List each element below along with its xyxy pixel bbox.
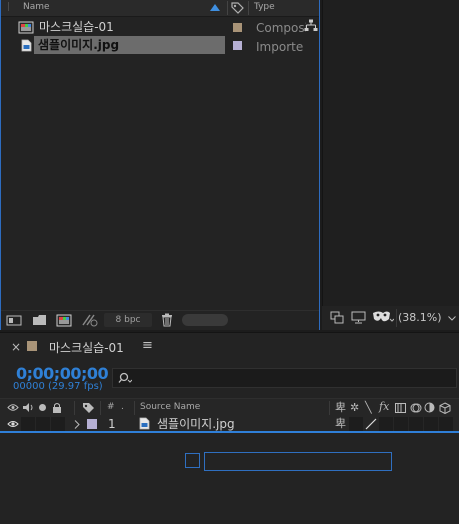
interpret-footage-icon[interactable] [6,315,22,326]
motion-blur-icon[interactable] [410,402,422,414]
timeline-search-input[interactable] [112,368,457,388]
collapse-toggle-cell[interactable] [349,417,363,431]
close-tab-icon[interactable]: × [11,340,21,354]
column-divider: | [7,2,11,12]
column-sort-marker: . [121,402,124,412]
divider [74,401,75,415]
monitor-icon[interactable] [351,311,366,324]
layer-source-name: 샘플이미지.jpg [157,417,235,431]
flowchart-icon[interactable] [304,19,318,32]
video-eye-icon[interactable] [7,403,19,412]
type-column-header[interactable]: Type [254,0,275,15]
zoom-level-dropdown[interactable]: (38.1%) [398,311,442,324]
timeline-tab-title[interactable]: 마스크실습-01 [49,339,124,356]
divider [396,309,397,327]
layer-toggle-box[interactable] [185,453,200,468]
divider [329,401,330,415]
project-settings-icon[interactable] [81,313,99,327]
timeline-layer-row[interactable]: 1 샘플이미지.jpg 卑 [0,416,459,432]
new-folder-icon[interactable] [32,314,47,326]
bit-depth-button[interactable]: 8 bpc [104,313,152,327]
effects-toggle-cell[interactable] [379,417,393,431]
panel-menu-icon[interactable]: ≡ [142,338,153,353]
project-item-type: Composi [256,21,306,35]
image-file-icon [139,417,150,430]
viewer-footer: (38.1%) [322,306,459,330]
project-item-type: Importe [256,40,304,54]
project-item-footage[interactable]: 샘플이미지.jpg Importe [1,36,319,54]
search-icon [118,372,132,383]
mask-visibility-icon[interactable] [372,310,394,325]
column-divider [227,1,228,15]
panel-divider[interactable] [322,0,323,330]
composition-viewer [322,0,459,330]
image-file-icon [21,39,32,52]
horizontal-scrollbar[interactable] [182,314,228,326]
shy-switch-icon[interactable]: 卑 [335,417,346,431]
frame-rate-display: 00000 (29.97 fps) [13,381,103,392]
column-divider [248,1,249,15]
chevron-down-icon[interactable] [448,316,456,321]
source-name-column[interactable]: Source Name [140,399,200,416]
solo-icon[interactable] [39,404,46,411]
project-panel-footer: 8 bpc [1,310,319,330]
layer-number-column[interactable]: # [107,399,115,416]
project-item-name: 샘플이미지.jpg [38,38,120,52]
3d-toggle-cell[interactable] [439,417,453,431]
3d-layer-icon[interactable] [439,402,451,414]
lock-icon[interactable] [52,402,62,413]
label-tag-icon[interactable] [82,402,95,414]
divider [100,401,101,415]
label-color-swatch[interactable] [233,41,242,50]
layer-number: 1 [108,417,116,431]
audio-toggle-cell[interactable] [21,417,35,431]
name-column-header[interactable]: Name [23,0,50,15]
frame-blend-toggle-cell[interactable] [394,417,408,431]
shy-switch-icon[interactable]: 卑 [335,401,346,415]
collapse-switch-icon[interactable]: ✲ [350,401,359,415]
layer-selection-line [0,431,459,433]
layer-label-color[interactable] [87,419,97,429]
expand-chevron-icon[interactable] [74,420,80,429]
divider [134,401,135,415]
layer-rename-field[interactable] [204,452,392,471]
label-color-swatch[interactable] [233,23,242,32]
label-tag-icon[interactable] [231,2,244,14]
sort-ascending-icon[interactable] [210,4,220,11]
quality-line-icon[interactable] [365,418,377,430]
adjustment-toggle-cell[interactable] [424,417,438,431]
quality-switch-icon[interactable]: ╲ [365,401,372,415]
audio-speaker-icon[interactable] [22,402,34,413]
solo-toggle-cell[interactable] [36,417,50,431]
panel-divider [0,332,459,333]
frame-blending-icon[interactable] [395,403,406,413]
always-preview-icon[interactable] [330,311,344,324]
new-composition-icon[interactable] [56,314,72,327]
composition-icon [18,21,34,34]
project-column-header: | Name Type [1,0,319,17]
trash-icon[interactable] [161,313,173,327]
motion-blur-toggle-cell[interactable] [409,417,423,431]
tab-label-color [27,341,37,351]
project-item-composition[interactable]: 마스크실습-01 Composi [1,18,319,36]
layer-column-header: # . Source Name 卑 ✲ ╲ fx [0,398,459,418]
lock-toggle-cell[interactable] [51,417,65,431]
project-item-name: 마스크실습-01 [39,20,114,34]
adjustment-layer-icon[interactable] [424,402,435,413]
video-eye-icon[interactable] [7,420,19,428]
effects-fx-icon[interactable]: fx [379,400,389,414]
